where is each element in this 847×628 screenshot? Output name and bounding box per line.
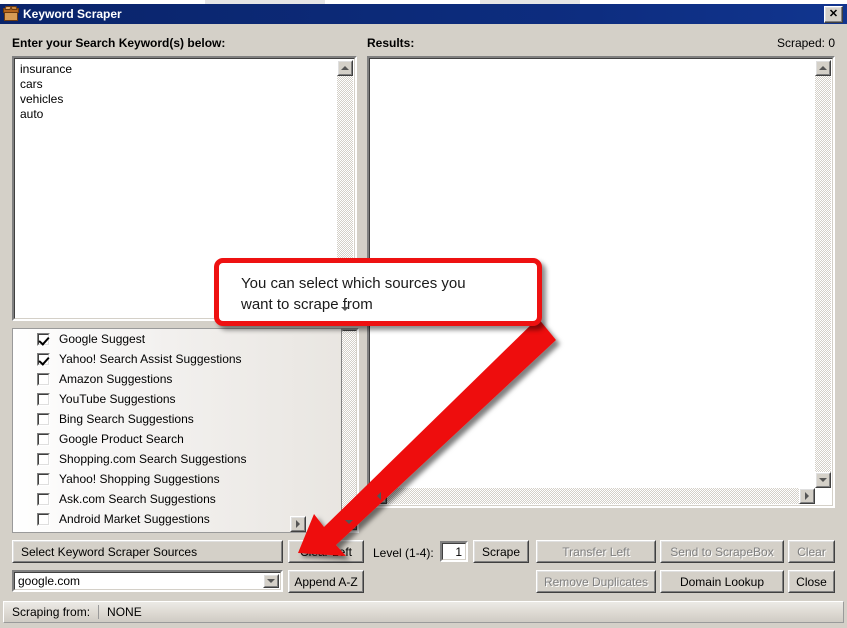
list-item[interactable]: Google Product Search bbox=[13, 429, 356, 449]
checkbox-icon[interactable] bbox=[37, 472, 50, 486]
scroll-right-icon[interactable] bbox=[799, 488, 815, 504]
status-divider bbox=[98, 605, 100, 619]
remove-duplicates-button[interactable]: Remove Duplicates bbox=[536, 570, 656, 593]
level-input-value: 1 bbox=[455, 545, 462, 559]
close-button[interactable]: Close bbox=[788, 570, 835, 593]
checkbox-icon[interactable] bbox=[37, 432, 50, 446]
scroll-left-icon[interactable] bbox=[371, 488, 387, 504]
append-az-button[interactable]: Append A-Z bbox=[288, 570, 364, 593]
select-keyword-scraper-sources-button[interactable]: Select Keyword Scraper Sources bbox=[12, 540, 283, 563]
level-input[interactable]: 1 bbox=[440, 541, 468, 562]
source-label: Shopping.com Search Suggestions bbox=[59, 452, 247, 466]
checkbox-icon[interactable] bbox=[37, 452, 50, 466]
level-label: Level (1-4): bbox=[373, 546, 434, 560]
search-engine-combo[interactable]: google.com bbox=[12, 570, 283, 592]
source-label: YouTube Suggestions bbox=[59, 392, 176, 406]
checkbox-icon[interactable] bbox=[37, 512, 50, 526]
list-item[interactable]: Google Suggest bbox=[13, 329, 356, 349]
window-titlebar: Keyword Scraper ✕ bbox=[0, 4, 847, 24]
checkbox-icon[interactable] bbox=[37, 372, 50, 386]
keyword-scraper-window: Keyword Scraper ✕ Enter your Search Keyw… bbox=[0, 0, 847, 628]
transfer-left-button[interactable]: Transfer Left bbox=[536, 540, 656, 563]
clear-left-button[interactable]: Clear Left bbox=[288, 540, 364, 563]
status-label: Scraping from: bbox=[12, 605, 91, 619]
source-label: Bing Search Suggestions bbox=[59, 412, 194, 426]
source-label: Android Market Suggestions bbox=[59, 512, 210, 526]
results-heading: Results: bbox=[367, 36, 415, 50]
checkbox-icon[interactable] bbox=[37, 352, 50, 366]
checkbox-icon[interactable] bbox=[37, 492, 50, 506]
source-label: Google Suggest bbox=[59, 332, 146, 346]
keywords-input[interactable]: insurance cars vehicles auto bbox=[12, 56, 357, 321]
keywords-input-value: insurance cars vehicles auto bbox=[20, 62, 73, 121]
source-label: Yahoo! Search Assist Suggestions bbox=[59, 352, 242, 366]
results-output[interactable] bbox=[367, 56, 835, 508]
window-title: Keyword Scraper bbox=[23, 7, 122, 21]
source-label: Yahoo! Shopping Suggestions bbox=[59, 472, 220, 486]
source-label: Ask.com Search Suggestions bbox=[59, 492, 216, 506]
clear-button[interactable]: Clear bbox=[788, 540, 835, 563]
list-item[interactable]: YouTube Suggestions bbox=[13, 389, 356, 409]
list-item[interactable]: Bing Search Suggestions bbox=[13, 409, 356, 429]
list-item[interactable]: Ask.com Search Suggestions bbox=[13, 489, 356, 509]
chevron-down-icon[interactable] bbox=[263, 574, 279, 588]
status-value: NONE bbox=[107, 605, 142, 619]
list-item[interactable]: Yahoo! Search Assist Suggestions bbox=[13, 349, 356, 369]
search-engine-combo-value: google.com bbox=[18, 574, 81, 588]
keywords-vertical-scrollbar[interactable] bbox=[337, 60, 353, 317]
sources-horizontal-scroll-right[interactable] bbox=[290, 516, 308, 532]
checkbox-icon[interactable] bbox=[37, 332, 50, 346]
list-item[interactable]: Amazon Suggestions bbox=[13, 369, 356, 389]
domain-lookup-button[interactable]: Domain Lookup bbox=[660, 570, 784, 593]
box-icon bbox=[3, 6, 19, 22]
results-horizontal-scrollbar[interactable] bbox=[371, 488, 815, 504]
sources-vertical-scrollbar[interactable] bbox=[341, 328, 359, 533]
scroll-up-icon[interactable] bbox=[815, 60, 831, 76]
checkbox-icon[interactable] bbox=[37, 392, 50, 406]
source-label: Amazon Suggestions bbox=[59, 372, 173, 386]
send-to-scrapebox-button[interactable]: Send to ScrapeBox bbox=[660, 540, 784, 563]
status-bar: Scraping from: NONE bbox=[3, 601, 844, 623]
scrape-button[interactable]: Scrape bbox=[473, 540, 529, 563]
list-item[interactable]: Shopping.com Search Suggestions bbox=[13, 449, 356, 469]
keywords-heading: Enter your Search Keyword(s) below: bbox=[12, 36, 226, 50]
scroll-up-icon[interactable] bbox=[337, 60, 353, 76]
source-label: Google Product Search bbox=[59, 432, 184, 446]
checkbox-icon[interactable] bbox=[37, 412, 50, 426]
close-icon[interactable]: ✕ bbox=[824, 5, 843, 23]
results-vertical-scrollbar[interactable] bbox=[815, 60, 831, 488]
scroll-down-icon[interactable] bbox=[341, 514, 357, 530]
scraped-counter: Scraped: 0 bbox=[776, 36, 835, 50]
scroll-down-icon[interactable] bbox=[337, 301, 353, 317]
list-item[interactable]: Yahoo! Shopping Suggestions bbox=[13, 469, 356, 489]
scraper-sources-list[interactable]: Google Suggest Yahoo! Search Assist Sugg… bbox=[12, 328, 357, 533]
scroll-down-icon[interactable] bbox=[815, 472, 831, 488]
